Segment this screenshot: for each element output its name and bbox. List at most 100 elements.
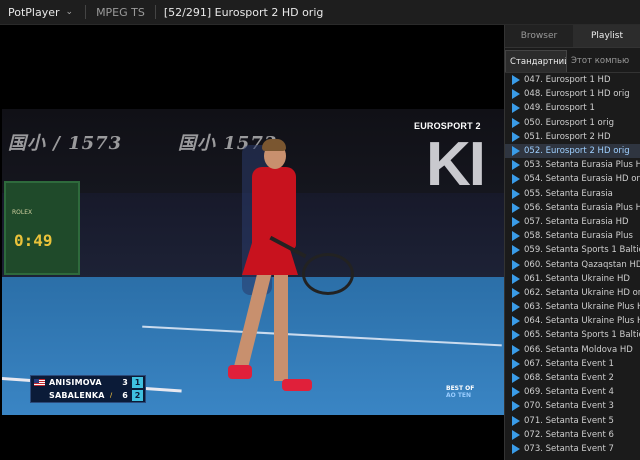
playlist-item[interactable]: 070. Setanta Event 3	[505, 399, 640, 413]
playlist-item[interactable]: 071. Setanta Event 5	[505, 414, 640, 428]
app-menu-button[interactable]: PotPlayer ⌄	[0, 0, 81, 24]
play-icon	[512, 259, 520, 270]
playlist-item[interactable]: 066. Setanta Moldova HD	[505, 343, 640, 357]
player-name: ANISIMOVA	[49, 378, 102, 387]
playlist-item[interactable]: 053. Setanta Eurasia Plus HD	[505, 158, 640, 172]
playlist-item-label: 071. Setanta Event 5	[524, 415, 614, 426]
tab-browser[interactable]: Browser	[505, 25, 573, 47]
playlist-panel: Browser Playlist Стандартний Этот компью…	[504, 25, 640, 460]
play-icon	[512, 344, 520, 355]
playlist-item[interactable]: 060. Setanta Qazaqstan HD	[505, 257, 640, 271]
set-score: 6	[122, 391, 128, 400]
score-row: ANISIMOVA 3 1	[31, 376, 145, 389]
scoreboard: ANISIMOVA 3 1 SABALENKA / 6 2	[30, 375, 146, 403]
playlist-item[interactable]: 059. Setanta Sports 1 Baltic HD	[505, 243, 640, 257]
playlist-item[interactable]: 054. Setanta Eurasia HD orig	[505, 172, 640, 186]
clock-brand: ROLEX	[12, 209, 33, 216]
playlist-item[interactable]: 072. Setanta Event 6	[505, 428, 640, 442]
playlist-subtabs: Стандартний Этот компью	[505, 50, 640, 73]
playlist-item[interactable]: 062. Setanta Ukraine HD orig	[505, 286, 640, 300]
tennis-player	[228, 139, 312, 401]
playlist-item[interactable]: 056. Setanta Eurasia Plus HD o	[505, 201, 640, 215]
chevron-down-icon: ⌄	[65, 7, 74, 17]
play-icon	[512, 358, 520, 369]
play-icon	[512, 415, 520, 426]
playlist-item-label: 056. Setanta Eurasia Plus HD o	[524, 202, 640, 213]
playlist-item[interactable]: 064. Setanta Ukraine Plus HD o	[505, 314, 640, 328]
playlist-item-label: 048. Eurosport 1 HD orig	[524, 89, 630, 100]
divider	[85, 5, 87, 19]
subtab-standard[interactable]: Стандартний	[505, 50, 567, 72]
playlist-item-label: 068. Setanta Event 2	[524, 373, 614, 384]
play-icon	[512, 429, 520, 440]
playlist-item-label: 064. Setanta Ukraine Plus HD o	[524, 316, 640, 327]
playlist-item[interactable]: 065. Setanta Sports 1 Baltic FH	[505, 328, 640, 342]
play-icon	[512, 287, 520, 298]
playlist-item[interactable]: 069. Setanta Event 4	[505, 385, 640, 399]
playlist-item-label: 051. Eurosport 2 HD	[524, 131, 611, 142]
playlist-item[interactable]: 047. Eurosport 1 HD	[505, 73, 640, 87]
title-bar: PotPlayer ⌄ MPEG TS [52/291] Eurosport 2…	[0, 0, 640, 25]
playlist-item-label: 066. Setanta Moldova HD	[524, 344, 633, 355]
tab-playlist[interactable]: Playlist	[573, 25, 640, 47]
panel-tabs: Browser Playlist	[505, 25, 640, 48]
serve-icon: /	[110, 392, 113, 399]
play-icon	[512, 316, 520, 327]
playlist-item[interactable]: 050. Eurosport 1 orig	[505, 116, 640, 130]
best-of-watermark: BEST OF AO TEN	[446, 385, 475, 399]
playlist-item[interactable]: 049. Eurosport 1	[505, 101, 640, 115]
racket	[302, 253, 354, 295]
play-icon	[512, 302, 520, 313]
set-score: 3	[122, 378, 128, 387]
playlist-item[interactable]: 067. Setanta Event 1	[505, 357, 640, 371]
player-name: SABALENKA	[49, 391, 105, 400]
playlist-item[interactable]: 063. Setanta Ukraine Plus HD	[505, 300, 640, 314]
playlist-item[interactable]: 051. Eurosport 2 HD	[505, 130, 640, 144]
usa-flag-icon	[34, 379, 45, 386]
app-name: PotPlayer	[8, 5, 60, 19]
playlist-item-label: 053. Setanta Eurasia Plus HD	[524, 160, 640, 171]
video-area[interactable]: 国小 / 1573 国小 1573 KI EUROSPORT 2 ROLEX 0…	[0, 25, 504, 460]
play-icon	[512, 443, 520, 454]
playlist-item-label: 055. Setanta Eurasia	[524, 188, 613, 199]
court-clock: ROLEX 0:49	[4, 181, 80, 275]
playlist-item-label: 057. Setanta Eurasia HD	[524, 216, 629, 227]
clock-time: 0:49	[14, 231, 53, 250]
playlist-item-label: 065. Setanta Sports 1 Baltic FH	[524, 330, 640, 341]
subtab-this-computer[interactable]: Этот компью	[567, 50, 633, 72]
playlist-item-label: 050. Eurosport 1 orig	[524, 117, 615, 128]
play-icon	[512, 273, 520, 284]
play-icon	[512, 146, 520, 157]
playlist-item[interactable]: 052. Eurosport 2 HD orig	[505, 143, 640, 159]
playlist-item[interactable]: 061. Setanta Ukraine HD	[505, 272, 640, 286]
score-row: SABALENKA / 6 2	[31, 389, 145, 402]
playlist-item[interactable]: 057. Setanta Eurasia HD	[505, 215, 640, 229]
playlist-item[interactable]: 058. Setanta Eurasia Plus	[505, 229, 640, 243]
play-icon	[512, 387, 520, 398]
playlist-item[interactable]: 048. Eurosport 1 HD orig	[505, 87, 640, 101]
playlist-item-label: 063. Setanta Ukraine Plus HD	[524, 302, 640, 313]
playlist-item-label: 067. Setanta Event 1	[524, 358, 614, 369]
playlist-item[interactable]: 068. Setanta Event 2	[505, 371, 640, 385]
banner-ad: 国小 / 1573	[8, 133, 123, 154]
playlist-item[interactable]: 055. Setanta Eurasia	[505, 187, 640, 201]
play-icon	[512, 202, 520, 213]
play-icon	[512, 188, 520, 199]
point-score: 2	[132, 390, 143, 401]
divider	[154, 5, 156, 19]
play-icon	[512, 103, 520, 114]
playlist-item-label: 072. Setanta Event 6	[524, 429, 614, 440]
format-label: MPEG TS	[96, 5, 145, 19]
playlist-item-label: 061. Setanta Ukraine HD	[524, 273, 630, 284]
play-icon	[512, 160, 520, 171]
play-icon	[512, 330, 520, 341]
playlist-item-label: 054. Setanta Eurasia HD orig	[524, 174, 640, 185]
playlist-item-label: 049. Eurosport 1	[524, 103, 595, 114]
play-icon	[512, 216, 520, 227]
playlist-item-label: 058. Setanta Eurasia Plus	[524, 231, 633, 242]
window-title: [52/291] Eurosport 2 HD orig	[163, 5, 324, 19]
playlist-item-label: 052. Eurosport 2 HD orig	[524, 146, 630, 157]
playlist-item[interactable]: 073. Setanta Event 7	[505, 442, 640, 456]
play-icon	[512, 174, 520, 185]
banner-text: KI	[426, 130, 486, 199]
